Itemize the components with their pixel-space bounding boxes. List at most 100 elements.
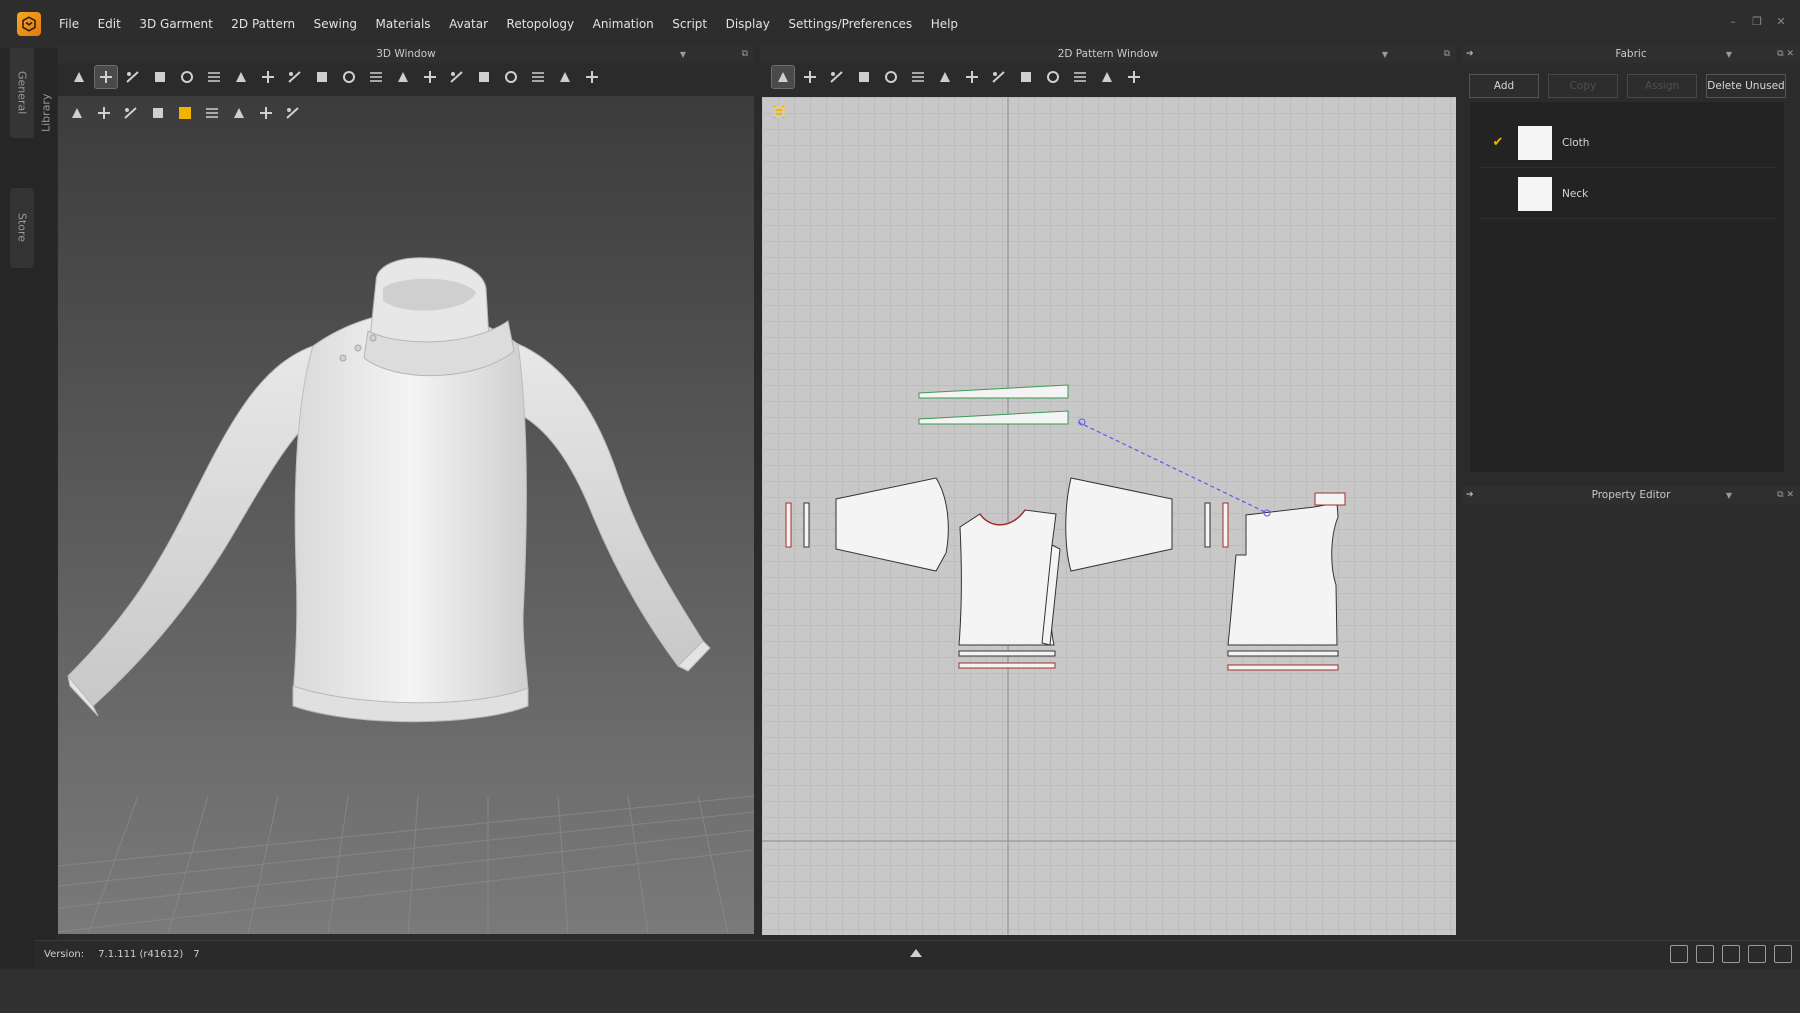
add-fabric-button[interactable]: Add	[1469, 74, 1539, 98]
punch-icon[interactable]	[392, 66, 414, 88]
expand-up-icon[interactable]	[910, 949, 922, 957]
pattern-cuff-3	[1204, 502, 1211, 548]
segment-sewing-icon[interactable]	[988, 66, 1010, 88]
menu-animation[interactable]: Animation	[593, 13, 654, 35]
color-icon[interactable]	[174, 102, 196, 124]
layout-custom-icon[interactable]	[1774, 945, 1792, 963]
sun-icon[interactable]	[773, 103, 900, 125]
dropdown-arrow-icon[interactable]: ▼	[680, 50, 686, 59]
menu-help[interactable]: Help	[931, 13, 958, 35]
layout-three-icon[interactable]	[1722, 945, 1740, 963]
fold-icon[interactable]	[365, 66, 387, 88]
select-mesh-icon[interactable]	[122, 66, 144, 88]
popout-icon[interactable]: ⧉ ✕	[1777, 490, 1794, 500]
dropdown-arrow-icon[interactable]: ▼	[1726, 50, 1732, 59]
delete-unused-button[interactable]: Delete Unused	[1706, 74, 1786, 98]
menu-avatar[interactable]: Avatar	[449, 13, 488, 35]
free-sewing-icon[interactable]	[1015, 66, 1037, 88]
fabric-item-cloth[interactable]: ✔ Cloth	[1480, 118, 1776, 168]
buttonhole-icon[interactable]	[500, 66, 522, 88]
rectangle-icon[interactable]	[853, 66, 875, 88]
tab-library[interactable]: Library	[34, 78, 58, 148]
layout-quad-icon[interactable]	[1748, 945, 1766, 963]
puckering-icon[interactable]	[419, 66, 441, 88]
2d-pattern-viewport[interactable]	[762, 97, 1456, 935]
menu-edit[interactable]: Edit	[98, 13, 121, 35]
edit-point-icon[interactable]	[799, 66, 821, 88]
popout-icon[interactable]: ⧉	[1444, 49, 1450, 59]
add-point-icon[interactable]	[880, 66, 902, 88]
popout-icon[interactable]: ⧉	[742, 49, 748, 59]
tack-icon[interactable]	[149, 66, 171, 88]
fold-arrangement-icon[interactable]	[1096, 66, 1118, 88]
measure-icon[interactable]	[554, 66, 576, 88]
menu-materials[interactable]: Materials	[376, 13, 431, 35]
menu-3d-garment[interactable]: 3D Garment	[139, 13, 212, 35]
version-value: 7.1.111 (r41612)	[98, 949, 184, 960]
texture-icon[interactable]	[772, 103, 846, 125]
assign-fabric-button[interactable]: Assign	[1627, 74, 1697, 98]
app-logo-icon[interactable]	[17, 12, 41, 36]
shirt-icon[interactable]	[1123, 66, 1145, 88]
transform-pattern-icon[interactable]	[771, 65, 795, 89]
zipper-icon[interactable]	[446, 66, 468, 88]
export-icon[interactable]	[773, 103, 927, 125]
tab-general[interactable]: General	[10, 48, 34, 138]
tab-store[interactable]: Store	[10, 188, 34, 268]
dart-icon[interactable]	[934, 66, 956, 88]
grading-icon[interactable]	[1069, 66, 1091, 88]
pattern-front-body	[958, 509, 1057, 646]
pattern-back-body	[1227, 502, 1339, 646]
button-icon[interactable]	[473, 66, 495, 88]
tape-icon[interactable]	[527, 66, 549, 88]
avatar-measure-icon[interactable]	[257, 66, 279, 88]
brush-icon[interactable]	[338, 66, 360, 88]
minimize-icon[interactable]: –	[1726, 15, 1740, 29]
layout-split-icon[interactable]	[1696, 945, 1714, 963]
popout-icon[interactable]: ⧉ ✕	[1777, 49, 1794, 59]
color-icon[interactable]	[773, 103, 873, 125]
internal-polygon-icon[interactable]	[907, 66, 929, 88]
menu-file[interactable]: File	[59, 13, 79, 35]
restore-icon[interactable]: ❐	[1750, 15, 1764, 29]
avatar-show-icon[interactable]	[147, 102, 169, 124]
transform-icon[interactable]	[230, 66, 252, 88]
polygon-icon[interactable]	[826, 66, 848, 88]
skin-icon[interactable]	[228, 102, 250, 124]
check-sewing-icon[interactable]	[1042, 66, 1064, 88]
fold-arrangement-icon[interactable]	[203, 66, 225, 88]
pin-icon[interactable]: ➔	[1466, 49, 1474, 59]
pattern-shape-icon[interactable]	[773, 103, 819, 125]
shadow-icon[interactable]	[201, 102, 223, 124]
select-move-icon[interactable]	[94, 65, 118, 89]
shirt-view-icon[interactable]	[66, 102, 88, 124]
version-extra: 7	[193, 949, 200, 960]
texture-view-icon[interactable]	[93, 102, 115, 124]
sun-icon[interactable]	[120, 102, 142, 124]
trace-icon[interactable]	[961, 66, 983, 88]
sphere-icon[interactable]	[255, 102, 277, 124]
2d-window-header: 2D Pattern Window ▼ ⧉	[760, 45, 1456, 63]
steam-icon[interactable]	[311, 66, 333, 88]
move-icon[interactable]	[68, 66, 90, 88]
pin-icon[interactable]: ➔	[1466, 490, 1474, 500]
menu-settings-preferences[interactable]: Settings/Preferences	[788, 13, 912, 35]
copy-fabric-button[interactable]: Copy	[1548, 74, 1618, 98]
dropdown-arrow-icon[interactable]: ▼	[1726, 491, 1732, 500]
avatar-pose-icon[interactable]	[581, 66, 603, 88]
menu-display[interactable]: Display	[726, 13, 770, 35]
menu-2d-pattern[interactable]: 2D Pattern	[231, 13, 295, 35]
dropdown-arrow-icon[interactable]: ▼	[1382, 50, 1388, 59]
edit-pin-icon[interactable]	[176, 66, 198, 88]
menu-sewing[interactable]: Sewing	[314, 13, 357, 35]
export-icon[interactable]	[282, 102, 304, 124]
3d-window-header: 3D Window ▼ ⧉	[58, 45, 754, 63]
fabric-item-neck[interactable]: Neck	[1480, 169, 1776, 219]
menu-retopology[interactable]: Retopology	[507, 13, 575, 35]
rotate-icon[interactable]	[284, 66, 306, 88]
menu-script[interactable]: Script	[672, 13, 707, 35]
fabric-swatch	[1518, 125, 1552, 160]
close-icon[interactable]: ✕	[1774, 15, 1788, 29]
3d-viewport[interactable]	[58, 96, 754, 934]
layout-single-icon[interactable]	[1670, 945, 1688, 963]
